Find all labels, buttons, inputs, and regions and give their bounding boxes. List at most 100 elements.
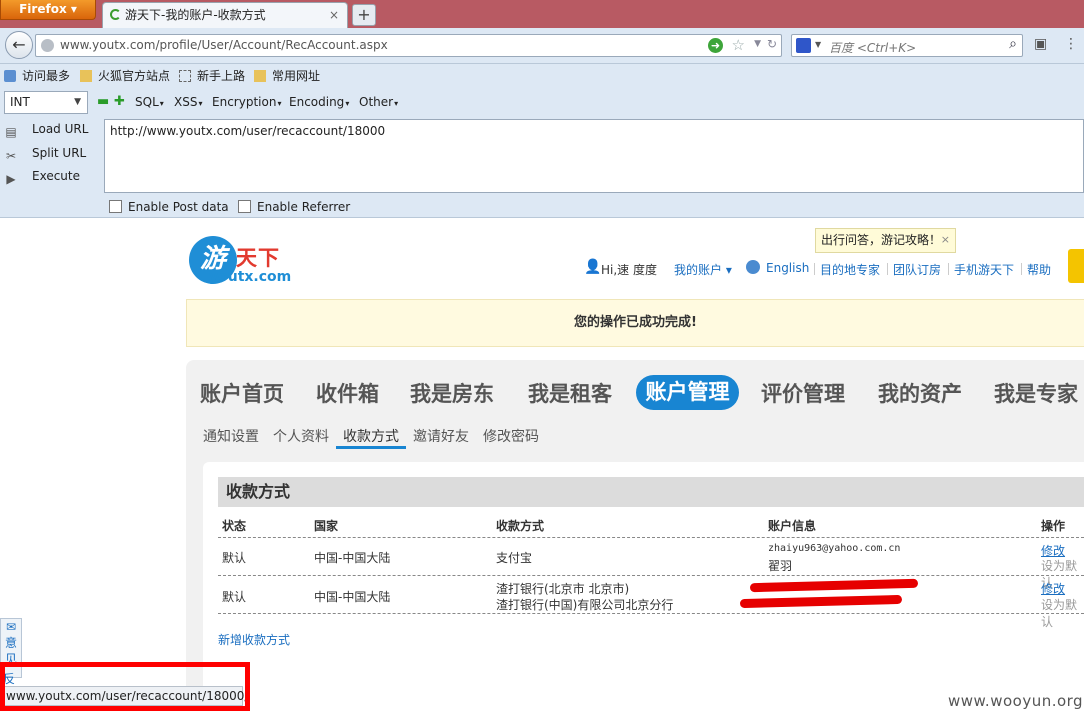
row-divider <box>218 613 1084 614</box>
increment-icon[interactable]: ✚ <box>114 94 125 109</box>
back-button[interactable]: ← <box>5 31 33 59</box>
firefox-menu-label: Firefox <box>19 2 67 16</box>
engine-dropdown-icon[interactable]: ▼ <box>815 40 821 49</box>
logo-domain: youtx.com <box>209 269 292 285</box>
overflow-menu-icon[interactable]: ⋮ <box>1064 36 1082 54</box>
feedback-char: 意 <box>4 636 17 650</box>
decrement-icon[interactable]: ▬ <box>97 94 109 109</box>
tab-assets[interactable]: 我的资产 <box>878 378 962 408</box>
row1-account-email: zhaiyu963@yahoo.com.cn <box>768 543 901 554</box>
enable-referrer-checkbox[interactable]: Enable Referrer <box>238 200 350 214</box>
search-placeholder[interactable]: 百度 <Ctrl+K> <box>829 39 916 56</box>
checkbox-box <box>109 200 122 213</box>
folder-icon <box>80 70 92 82</box>
menu-encryption[interactable]: Encryption <box>212 95 281 109</box>
nav-group-booking[interactable]: 团队订房 <box>893 261 941 278</box>
enable-post-checkbox[interactable]: Enable Post data <box>109 200 229 214</box>
menu-other[interactable]: Other <box>359 95 398 109</box>
nav-my-account[interactable]: 我的账户 ▾ <box>674 261 732 278</box>
search-icon[interactable]: ⌕ <box>1009 36 1017 52</box>
divider <box>1021 263 1022 275</box>
new-tab-button[interactable]: + <box>352 4 376 26</box>
tab-active[interactable]: 游天下-我的账户-收款方式 × <box>102 2 348 28</box>
site-identity-icon[interactable] <box>41 39 54 52</box>
reload-icon[interactable]: ↻ <box>767 37 777 51</box>
nav-destination-expert[interactable]: 目的地专家 <box>820 261 880 278</box>
user-icon: 👤 <box>584 259 602 275</box>
firefox-menu-button[interactable]: Firefox ▾ <box>0 0 96 20</box>
site-logo[interactable]: 游 天下 youtx.com <box>189 236 299 290</box>
row1-status: 默认 <box>222 551 247 565</box>
menu-encoding[interactable]: Encoding <box>289 95 349 109</box>
promo-tooltip[interactable]: 出行问答，游记攻略！ × <box>815 228 956 253</box>
page-icon <box>179 70 191 82</box>
tab-landlord[interactable]: 我是房东 <box>410 378 494 408</box>
row-divider <box>218 537 1084 538</box>
bookmark-firefox-site[interactable]: 火狐官方站点 <box>80 67 170 84</box>
bookmark-label: 访问最多 <box>22 69 71 83</box>
nav-mobile[interactable]: 手机游天下 <box>954 261 1014 278</box>
row1-country: 中国-中国大陆 <box>314 551 391 565</box>
checkbox-box <box>238 200 251 213</box>
side-yellow-button[interactable] <box>1068 249 1084 283</box>
row2-method-line1: 渣打银行(北京市 北京市) <box>496 582 630 596</box>
row1-method: 支付宝 <box>496 551 533 565</box>
menu-sql[interactable]: SQL <box>135 95 164 109</box>
search-bar[interactable]: ▼ 百度 <Ctrl+K> ⌕ <box>791 34 1023 57</box>
user-greeting: Hi,速 度度 <box>601 263 657 277</box>
menu-xss[interactable]: XSS <box>174 95 202 109</box>
add-payment-method-link[interactable]: 新增收款方式 <box>218 631 290 648</box>
close-icon[interactable]: × <box>941 229 950 251</box>
col-action: 操作 <box>1041 519 1066 533</box>
tooltip-text: 出行问答，游记攻略！ <box>821 233 942 247</box>
subtab-password[interactable]: 修改密码 <box>483 426 539 446</box>
load-url-button[interactable]: ▤ Load URL <box>4 122 88 139</box>
bookmark-common-urls[interactable]: 常用网址 <box>254 67 320 84</box>
divider <box>948 263 949 275</box>
tab-account-home[interactable]: 账户首页 <box>200 378 284 408</box>
url-bar[interactable]: www.youtx.com/profile/User/Account/RecAc… <box>35 34 782 57</box>
bookmark-star-icon[interactable]: ☆ <box>732 36 745 54</box>
divider <box>887 263 888 275</box>
section-title: 收款方式 <box>218 477 1084 507</box>
history-dropdown-icon[interactable]: ▼ <box>754 39 761 49</box>
subtab-notifications[interactable]: 通知设置 <box>203 426 259 446</box>
go-icon[interactable]: ➜ <box>708 38 723 53</box>
scissors-icon: ✂ <box>5 149 17 163</box>
subtab-profile[interactable]: 个人资料 <box>273 426 329 446</box>
folder-icon <box>254 70 266 82</box>
type-select[interactable]: INT ▼ <box>4 91 88 114</box>
enable-post-label: Enable Post data <box>128 200 229 214</box>
highlight-box <box>0 662 250 711</box>
watermark: www.wooyun.org <box>948 692 1084 710</box>
bookmark-label: 新手上路 <box>197 69 246 83</box>
url-text[interactable]: www.youtx.com/profile/User/Account/RecAc… <box>60 38 388 52</box>
load-url-label: Load URL <box>32 122 89 136</box>
row-divider <box>218 575 1084 576</box>
tab-title: 游天下-我的账户-收款方式 <box>125 8 266 22</box>
play-icon: ▶ <box>6 172 16 186</box>
row2-edit-link[interactable]: 修改 <box>1041 580 1065 597</box>
nav-english[interactable]: English <box>766 261 809 275</box>
split-url-button[interactable]: ✂ Split URL <box>4 146 86 163</box>
tab-account-management[interactable]: 账户管理 <box>636 375 739 410</box>
tab-close-icon[interactable]: × <box>329 3 339 27</box>
subtab-payment-method[interactable]: 收款方式 <box>343 426 399 446</box>
execute-button[interactable]: ▶ Execute <box>4 169 80 186</box>
tab-tenant[interactable]: 我是租客 <box>528 378 612 408</box>
bookmark-most-visited[interactable]: 访问最多 <box>4 67 70 84</box>
tab-expert[interactable]: 我是专家 <box>994 378 1078 408</box>
tab-reviews[interactable]: 评价管理 <box>761 378 845 408</box>
addon-icon[interactable]: ▣ <box>1034 36 1054 54</box>
load-icon: ▤ <box>5 125 17 139</box>
mail-icon: ✉ <box>5 620 17 634</box>
tab-inbox[interactable]: 收件箱 <box>316 378 379 408</box>
subtab-invite[interactable]: 邀请好友 <box>413 426 469 446</box>
nav-help[interactable]: 帮助 <box>1027 261 1051 278</box>
success-notice: 您的操作已成功完成! <box>186 299 1084 347</box>
search-engine-icon[interactable] <box>796 38 811 53</box>
hackbar-url-input[interactable]: http://www.youtx.com/user/recaccount/180… <box>104 119 1084 193</box>
col-country: 国家 <box>314 519 339 533</box>
bookmark-label: 常用网址 <box>272 69 321 83</box>
bookmark-getting-started[interactable]: 新手上路 <box>179 67 245 84</box>
